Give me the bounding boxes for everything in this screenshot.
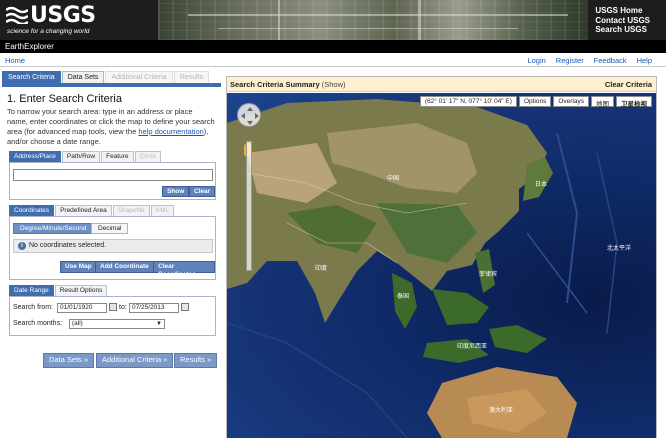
- tab-data-sets[interactable]: Data Sets: [61, 71, 105, 83]
- chevron-down-icon: ▼: [156, 321, 162, 327]
- satellite-imagery: [227, 99, 618, 438]
- show-button[interactable]: Show: [162, 186, 190, 197]
- tab-search-criteria[interactable]: Search Criteria: [2, 71, 61, 83]
- calendar-to-icon[interactable]: [181, 303, 189, 311]
- summary-show-link[interactable]: (Show): [322, 80, 346, 89]
- address-input[interactable]: [13, 169, 213, 181]
- calendar-from-icon[interactable]: [109, 303, 117, 311]
- header-aerial-image: [158, 0, 588, 40]
- usgs-logo[interactable]: USGS science for a changing world: [4, 3, 154, 37]
- step-description: To narrow your search area: type in an a…: [7, 107, 215, 147]
- clear-coordinates-button[interactable]: Clear Coordinates: [153, 261, 215, 278]
- search-months-select[interactable]: (all) ▼: [69, 319, 165, 329]
- usgs-brand: USGS: [30, 3, 96, 28]
- tab-path-row[interactable]: Path/Row: [61, 151, 101, 162]
- date-box: Search from: 01/01/1920 to: 07/25/2013 S…: [9, 296, 216, 336]
- date-from-input[interactable]: 01/01/1920: [57, 303, 107, 313]
- satellite-type-button[interactable]: 卫星检视: [616, 96, 652, 108]
- map-panel: Search Criteria Summary (Show) Clear Cri…: [226, 76, 657, 438]
- search-from-label: Search from:: [13, 304, 54, 311]
- help-documentation-link[interactable]: help documentation: [138, 127, 203, 136]
- tab-address-place[interactable]: Address/Place: [9, 151, 61, 162]
- location-tabs: Address/Place Path/Row Feature Circle: [9, 151, 221, 162]
- login-link[interactable]: Login: [527, 56, 545, 65]
- tab-result-options[interactable]: Result Options: [54, 285, 108, 296]
- summary-title: Search Criteria Summary (Show): [230, 80, 346, 89]
- options-button[interactable]: Options: [518, 96, 552, 107]
- coordinate-readout: (62° 01' 17" N, 077° 10' 04" E): [419, 96, 517, 107]
- main-tabs: Search Criteria Data Sets Additional Cri…: [2, 71, 221, 83]
- coordinates-info-text: No coordinates selected.: [29, 242, 107, 249]
- tab-results[interactable]: Results: [173, 71, 210, 83]
- coordinates-box: Degree/Minute/Second Decimal i No coordin…: [9, 216, 216, 280]
- header-links: USGS Home Contact USGS Search USGS: [595, 6, 650, 35]
- degree-minute-second-option[interactable]: Degree/Minute/Second: [13, 223, 94, 234]
- pan-control[interactable]: [237, 103, 261, 127]
- header-banner: USGS science for a changing world USGS H…: [0, 0, 666, 40]
- search-months-value: (all): [72, 320, 83, 327]
- map-label-indonesia: 印度尼西亚: [457, 344, 488, 350]
- tab-kml[interactable]: KML: [150, 205, 175, 216]
- usgs-home-link[interactable]: USGS Home: [595, 6, 650, 16]
- step-title: 1. Enter Search Criteria: [7, 93, 122, 105]
- tab-feature[interactable]: Feature: [101, 151, 134, 162]
- use-map-button[interactable]: Use Map: [60, 261, 97, 273]
- pan-arrows-icon: [241, 107, 259, 125]
- map-label-thailand: 泰国: [397, 294, 410, 300]
- app-title: EarthExplorer: [5, 42, 54, 51]
- feedback-link[interactable]: Feedback: [594, 56, 627, 65]
- map-label-australia: 澳大利亚: [489, 408, 514, 414]
- tab-coordinates[interactable]: Coordinates: [9, 205, 55, 216]
- home-link[interactable]: Home: [5, 56, 25, 65]
- app-title-bar: EarthExplorer: [0, 40, 666, 53]
- nav-bar: Home Login Register Feedback Help: [0, 55, 666, 67]
- map-view[interactable]: (62° 01' 17" N, 077° 10' 04" E) Options …: [227, 93, 656, 438]
- map-label-north-pacific: 北太平洋: [607, 246, 632, 252]
- search-usgs-link[interactable]: Search USGS: [595, 25, 650, 35]
- date-tabs: Date Range Result Options: [9, 285, 221, 296]
- summary-title-text: Search Criteria Summary: [230, 80, 320, 89]
- decimal-option[interactable]: Decimal: [91, 223, 129, 234]
- search-months-label: Search months:: [13, 320, 63, 327]
- map-label-japan: 日本: [535, 182, 548, 188]
- clear-criteria-link[interactable]: Clear Criteria: [605, 80, 652, 89]
- overlays-button[interactable]: Overlays: [553, 96, 589, 107]
- tab-circle[interactable]: Circle: [134, 151, 162, 162]
- tab-predefined-area[interactable]: Predefined Area: [55, 205, 112, 216]
- to-label: to:: [119, 304, 127, 311]
- results-button[interactable]: Results »: [174, 353, 218, 368]
- additional-criteria-button[interactable]: Additional Criteria »: [96, 353, 174, 368]
- map-label-india: 印度: [315, 266, 328, 272]
- tab-date-range[interactable]: Date Range: [9, 285, 54, 296]
- account-links: Login Register Feedback Help: [519, 56, 652, 65]
- map-label-philippines: 菲律宾: [479, 272, 498, 278]
- contact-usgs-link[interactable]: Contact USGS: [595, 16, 650, 26]
- search-criteria-summary-bar: Search Criteria Summary (Show) Clear Cri…: [227, 77, 656, 92]
- add-coordinate-button[interactable]: Add Coordinate: [95, 261, 154, 273]
- data-sets-button[interactable]: Data Sets »: [43, 353, 95, 368]
- zoom-slider[interactable]: [246, 141, 252, 271]
- coordinate-tabs: Coordinates Predefined Area Shapefile KM…: [9, 205, 221, 216]
- address-box: Show Clear: [9, 162, 216, 200]
- map-controls: (62° 01' 17" N, 077° 10' 04" E) Options …: [418, 96, 652, 108]
- coordinates-info: i No coordinates selected.: [13, 239, 213, 253]
- search-panel: Search Criteria Data Sets Additional Cri…: [2, 71, 221, 438]
- tab-shapefile[interactable]: Shapefile: [112, 205, 150, 216]
- register-link[interactable]: Register: [556, 56, 584, 65]
- clear-button[interactable]: Clear: [189, 186, 216, 197]
- map-type-button[interactable]: 地图: [591, 96, 614, 108]
- usgs-tagline: science for a changing world: [7, 28, 90, 35]
- help-link[interactable]: Help: [637, 56, 652, 65]
- tab-underline: [2, 83, 221, 87]
- info-icon: i: [18, 242, 26, 250]
- tab-additional-criteria[interactable]: Additional Criteria: [105, 71, 173, 83]
- date-to-input[interactable]: 07/25/2013: [129, 303, 179, 313]
- map-label-china: 中国: [387, 176, 400, 182]
- usgs-wave-icon: [6, 6, 28, 24]
